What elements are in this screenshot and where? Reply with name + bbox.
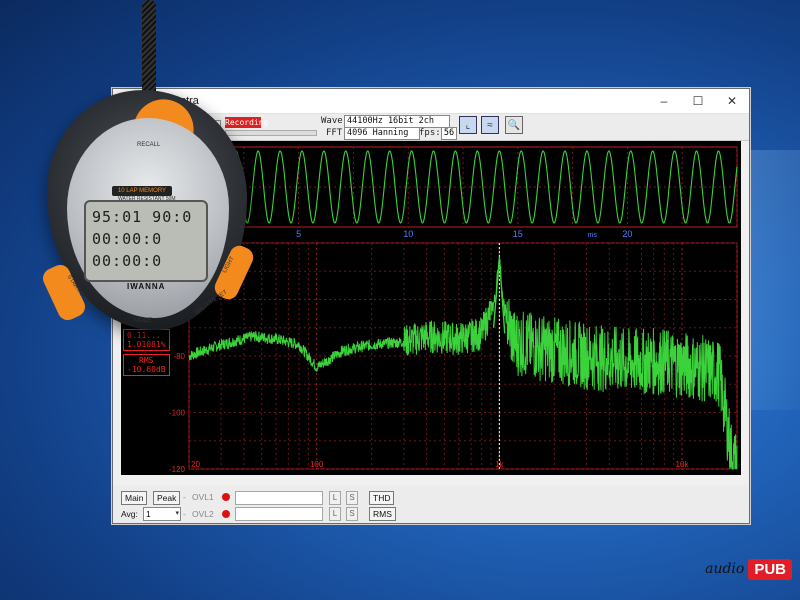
stopwatch: 10 LAP MEMORY 95:01 90:0 00:00:0 00:00:0… — [39, 0, 262, 340]
ovl1-field — [235, 491, 323, 505]
ovl2-l-button[interactable]: L — [329, 507, 341, 521]
ovl2-s-button[interactable]: S — [346, 507, 358, 521]
stopwatch-recall-label: RECALL — [137, 142, 161, 148]
status-bar: Main Peak - OVL1 L S THD Avg: 1 ▾ - OVL2… — [113, 485, 749, 523]
ovl2-indicator — [222, 510, 230, 518]
maximize-button[interactable]: ☐ — [681, 89, 715, 113]
log-scale-icon[interactable]: ⌞ — [459, 116, 477, 134]
spectrum-series-line — [188, 259, 738, 470]
logo-text-pub: PUB — [748, 558, 792, 580]
close-button[interactable]: ✕ — [715, 89, 749, 113]
audiopub-logo: audio PUB — [705, 556, 792, 582]
waveform-chart: 5 10 15 20 ms — [188, 146, 738, 239]
waveform-x-tick-label: 5 — [296, 229, 301, 239]
stopwatch-water-label: WATER RESISTANT 50M — [118, 196, 176, 202]
chevron-down-icon: ▾ — [175, 510, 179, 517]
avg-label: Avg: — [121, 509, 138, 519]
ovl1-label: OVL1 — [192, 492, 214, 502]
stopwatch-display: 95:01 90:0 00:00:0 00:00:0 — [84, 200, 208, 282]
spectrum-x-tick-label: 10k — [676, 460, 690, 469]
zoom-icon[interactable]: 🔍 — [505, 116, 523, 134]
waveform-x-axis-label: ms — [588, 232, 598, 239]
stopwatch-top-label: 10 LAP MEMORY — [112, 186, 172, 196]
logo-text-audio: audio — [705, 561, 745, 577]
waveform-x-tick-label: 15 — [513, 229, 523, 239]
ovl2-label: OVL2 — [192, 509, 214, 519]
window-controls: – ☐ ✕ — [647, 89, 749, 113]
rms-button[interactable]: RMS — [369, 507, 396, 521]
fps-label: fps: — [419, 128, 441, 138]
main-button[interactable]: Main — [121, 491, 148, 505]
rms-readout: RMS -10.60dB — [123, 354, 170, 376]
ovl1-l-button[interactable]: L — [329, 491, 341, 505]
stopwatch-line-2: 00:00:0 — [92, 230, 163, 248]
avg-value: 1 — [146, 509, 151, 519]
stopwatch-line-3: 00:00:0 — [92, 252, 163, 270]
avg-select[interactable]: 1 ▾ — [143, 507, 181, 521]
spectrum-y-tick-label: -80 — [173, 352, 185, 361]
ovl2-field — [235, 507, 323, 521]
spectrum-x-tick-label: 100 — [310, 460, 324, 469]
stopwatch-brand: IWANNA — [127, 282, 166, 291]
spectrum-y-tick-label: -120 — [169, 465, 186, 474]
waveform-x-tick-label: 20 — [622, 229, 632, 239]
fps-field: 56 — [441, 127, 457, 140]
spectrum-x-tick-label: 20 — [191, 460, 200, 469]
minimize-button[interactable]: – — [647, 89, 681, 113]
thd-value-2: 1.01081% — [127, 340, 166, 349]
stopwatch-line-1: 95:01 90:0 — [92, 208, 193, 226]
stopwatch-mode-label: MODE — [134, 318, 152, 324]
peak-button[interactable]: Peak — [153, 491, 181, 505]
thd-button[interactable]: THD — [369, 491, 395, 505]
rms-label: RMS — [139, 356, 154, 365]
spectrum-y-tick-label: -100 — [169, 409, 186, 418]
spectrum-x-tick-label: 1k — [495, 460, 504, 469]
frequency-scale-icon[interactable]: ≈ — [481, 116, 499, 134]
fft-setting-field[interactable]: 4096 Hanning — [344, 127, 420, 140]
ovl1-indicator — [222, 493, 230, 501]
waveform-x-tick-label: 10 — [403, 229, 413, 239]
ovl1-s-button[interactable]: S — [346, 491, 358, 505]
dash-1: - — [183, 492, 186, 502]
rms-value: -10.60dB — [127, 365, 166, 374]
dash-2: - — [183, 509, 186, 519]
